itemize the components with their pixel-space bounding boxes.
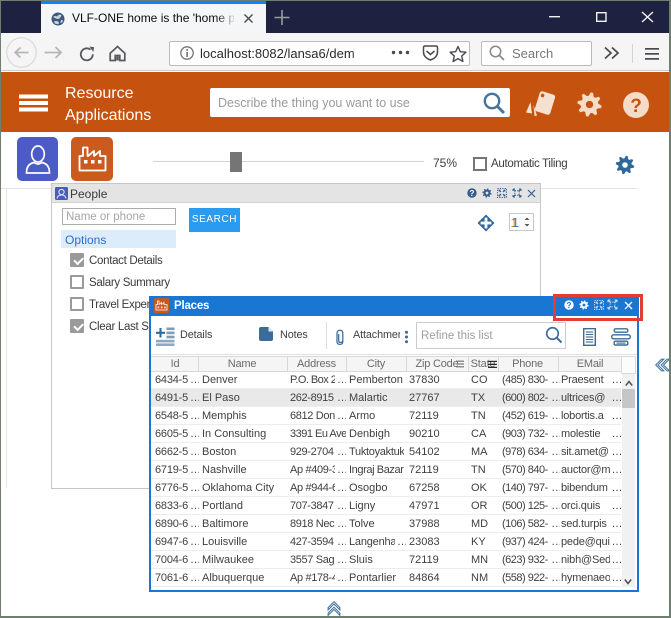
svg-text:?: ? — [470, 189, 475, 198]
svg-text:?: ? — [630, 96, 642, 117]
svg-text:?: ? — [567, 301, 572, 310]
